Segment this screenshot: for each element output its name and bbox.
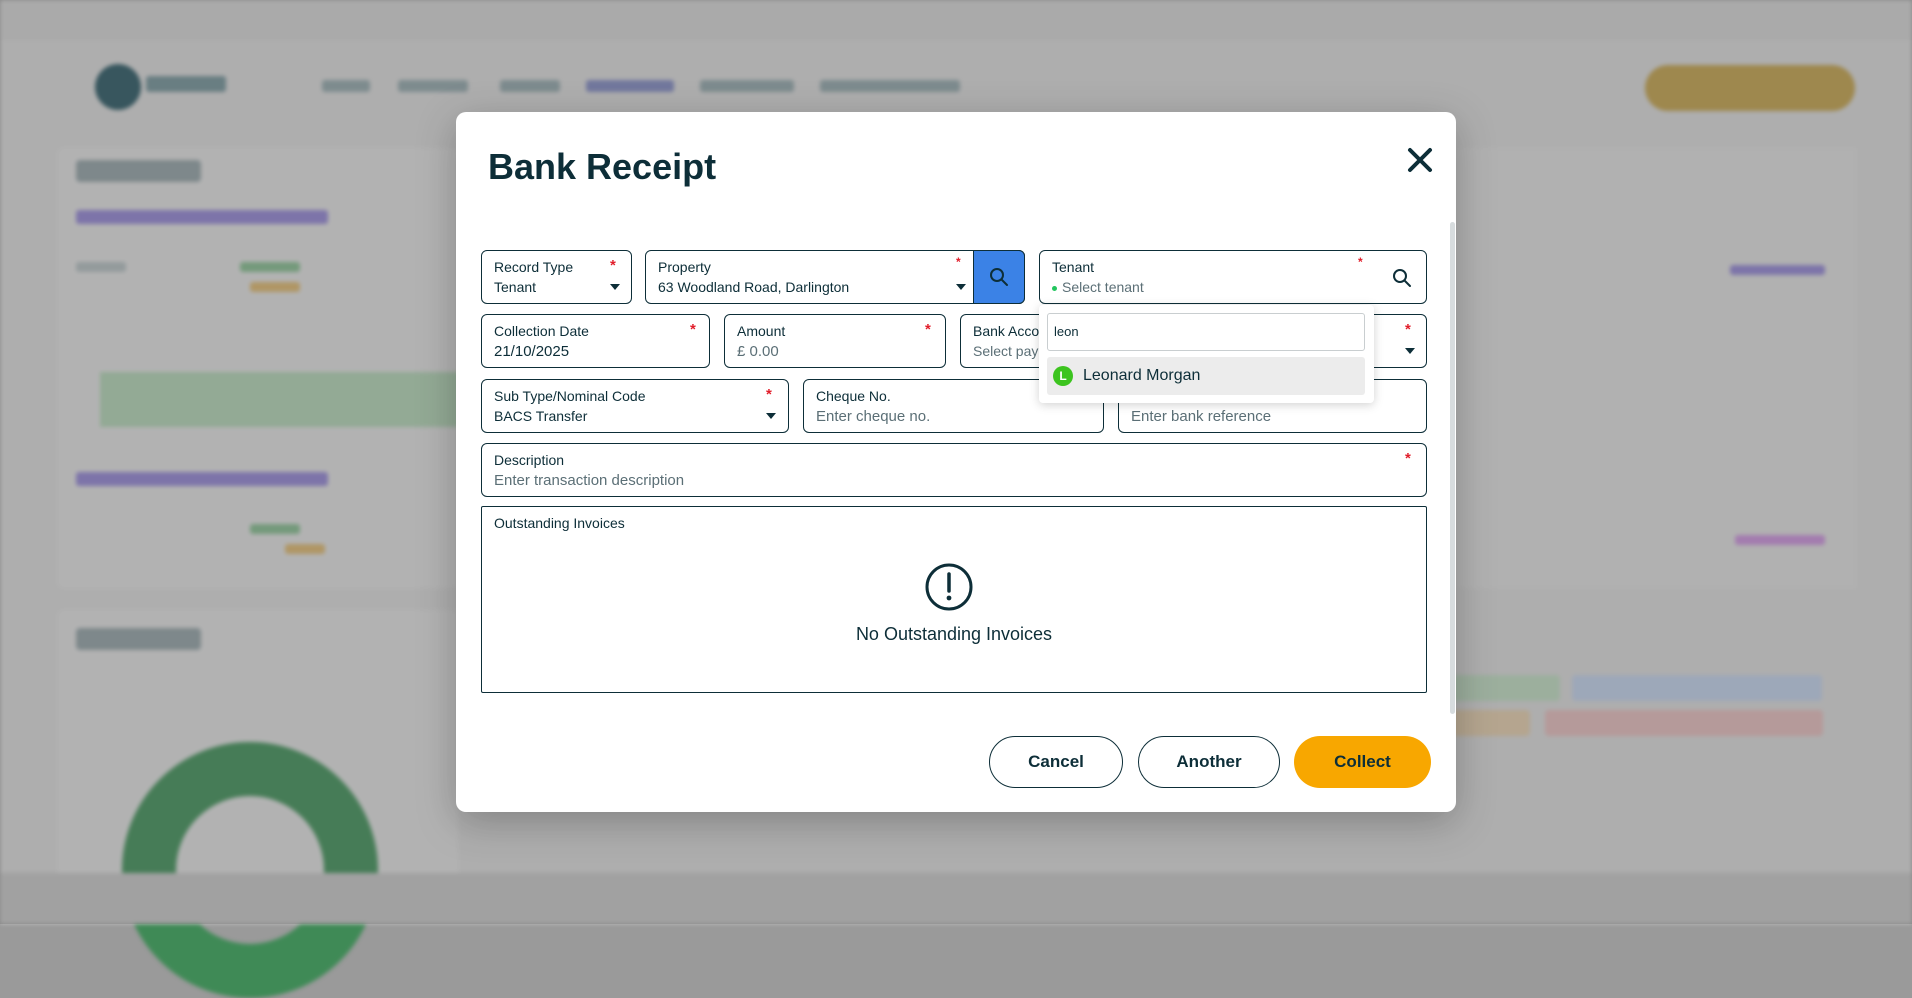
outstanding-invoices-label: Outstanding Invoices — [494, 515, 625, 531]
tenant-option-name: Leonard Morgan — [1083, 367, 1201, 384]
property-search-button[interactable] — [973, 249, 1025, 304]
bank-receipt-modal: Bank Receipt Record Type Tenant * Proper… — [456, 112, 1456, 812]
avatar: L — [1053, 366, 1073, 386]
chevron-down-icon — [956, 284, 966, 290]
outstanding-invoices-panel: Outstanding Invoices No Outstanding Invo… — [481, 506, 1427, 693]
tenant-placeholder: Select tenant — [1052, 279, 1144, 295]
tenant-placeholder-text: Select tenant — [1062, 279, 1144, 295]
close-button[interactable] — [1398, 138, 1442, 182]
amount-label: Amount — [737, 323, 786, 339]
required-marker: * — [1405, 321, 1411, 338]
property-select[interactable]: Property 63 Woodland Road, Darlington * — [645, 249, 1025, 304]
exclamation-circle-icon — [925, 563, 973, 611]
chevron-down-icon — [766, 413, 776, 419]
collection-date-value: 21/10/2025 — [494, 343, 570, 360]
sub-type-label: Sub Type/Nominal Code — [494, 388, 646, 404]
tenant-select[interactable]: Tenant Select tenant * — [1039, 250, 1427, 304]
property-value: 63 Woodland Road, Darlington — [658, 279, 850, 295]
chevron-down-icon — [1405, 348, 1415, 354]
bank-reference-placeholder: Enter bank reference — [1131, 408, 1272, 425]
required-marker: * — [766, 386, 772, 403]
bank-account-label: Bank Acco — [973, 323, 1040, 339]
collection-date-field[interactable]: Collection Date 21/10/2025 * — [481, 314, 710, 368]
tenant-option[interactable]: L Leonard Morgan — [1047, 357, 1365, 395]
chevron-down-icon — [610, 284, 620, 290]
description-label: Description — [494, 452, 565, 468]
modal-scrollbar[interactable] — [1450, 222, 1455, 714]
collection-date-label: Collection Date — [494, 323, 589, 339]
required-marker: * — [610, 257, 616, 274]
amount-field[interactable]: Amount £ 0.00 * — [724, 314, 946, 368]
record-type-select[interactable]: Record Type Tenant * — [481, 250, 632, 304]
status-dot — [1052, 285, 1057, 291]
description-field[interactable]: Description Enter transaction descriptio… — [481, 443, 1427, 497]
record-type-label: Record Type — [494, 259, 574, 275]
sub-type-select[interactable]: Sub Type/Nominal Code BACS Transfer * — [481, 379, 789, 433]
another-button[interactable]: Another — [1138, 736, 1280, 788]
tenant-label: Tenant — [1052, 259, 1095, 275]
modal-title: Bank Receipt — [488, 146, 717, 187]
required-marker: * — [690, 321, 696, 338]
close-icon — [1408, 148, 1432, 172]
sub-type-value: BACS Transfer — [494, 408, 588, 424]
search-icon — [990, 267, 1008, 286]
tenant-search-input[interactable]: leon — [1047, 313, 1365, 351]
search-icon[interactable] — [1392, 268, 1412, 288]
required-marker: * — [925, 321, 931, 338]
description-placeholder: Enter transaction description — [494, 472, 685, 489]
bank-account-placeholder: Select pay — [973, 343, 1039, 359]
cancel-button[interactable]: Cancel — [989, 736, 1123, 788]
property-label: Property — [658, 259, 711, 275]
no-invoices-message: No Outstanding Invoices — [855, 624, 1053, 644]
tenant-dropdown: leon L Leonard Morgan — [1039, 305, 1374, 403]
record-type-value: Tenant — [494, 279, 537, 295]
collect-button[interactable]: Collect — [1294, 736, 1431, 788]
required-marker: * — [956, 255, 961, 269]
required-marker: * — [1405, 450, 1411, 467]
cheque-label: Cheque No. — [816, 388, 891, 404]
amount-placeholder: £ 0.00 — [737, 343, 779, 360]
cheque-placeholder: Enter cheque no. — [816, 408, 931, 425]
required-marker: * — [1358, 255, 1363, 269]
